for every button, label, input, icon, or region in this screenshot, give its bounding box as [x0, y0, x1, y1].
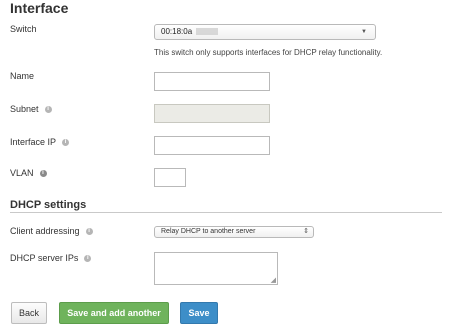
subnet-input	[154, 104, 270, 123]
dhcp-server-ips-label: DHCP server IPs i	[10, 253, 92, 263]
client-addressing-select[interactable]: Relay DHCP to another server ⇕	[154, 226, 314, 238]
switch-label: Switch	[10, 24, 37, 34]
dhcp-server-ips-textarea[interactable]: ◢	[154, 252, 278, 285]
dropdown-arrow-icon: ▼	[361, 29, 367, 35]
info-icon[interactable]: i	[85, 227, 93, 235]
name-input[interactable]	[154, 72, 270, 91]
back-button[interactable]: Back	[11, 302, 47, 324]
vlan-label: VLAN i	[10, 168, 47, 178]
info-icon[interactable]: i	[39, 169, 47, 177]
interface-ip-label: Interface IP i	[10, 137, 70, 147]
name-label: Name	[10, 71, 34, 81]
info-icon[interactable]: i	[84, 254, 92, 262]
switch-select[interactable]: 00:18:0a ▼	[154, 24, 376, 40]
interface-ip-label-text: Interface IP	[10, 137, 57, 147]
section-title-dhcp: DHCP settings	[10, 199, 87, 211]
updown-arrows-icon: ⇕	[303, 228, 309, 235]
section-divider	[10, 212, 442, 213]
redacted-value	[196, 28, 219, 36]
info-icon[interactable]: i	[62, 138, 70, 146]
section-title-interface: Interface	[10, 0, 69, 16]
switch-label-text: Switch	[10, 24, 37, 34]
vlan-label-text: VLAN	[10, 168, 34, 178]
client-addressing-label-text: Client addressing	[10, 226, 80, 236]
save-button[interactable]: Save	[180, 302, 218, 324]
interface-ip-input[interactable]	[154, 136, 270, 155]
resize-grip-icon[interactable]: ◢	[271, 276, 276, 284]
name-label-text: Name	[10, 71, 35, 81]
save-and-add-another-button[interactable]: Save and add another	[59, 302, 169, 324]
client-addressing-label: Client addressing i	[10, 226, 93, 236]
dhcp-server-ips-label-text: DHCP server IPs	[10, 253, 79, 263]
info-icon[interactable]: i	[44, 105, 52, 113]
vlan-input[interactable]	[154, 168, 186, 187]
switch-helptext: This switch only supports interfaces for…	[154, 48, 383, 57]
switch-value: 00:18:0a	[161, 27, 193, 36]
subnet-label-text: Subnet	[10, 104, 39, 114]
client-addressing-value: Relay DHCP to another server	[161, 228, 256, 235]
subnet-label: Subnet i	[10, 104, 52, 114]
